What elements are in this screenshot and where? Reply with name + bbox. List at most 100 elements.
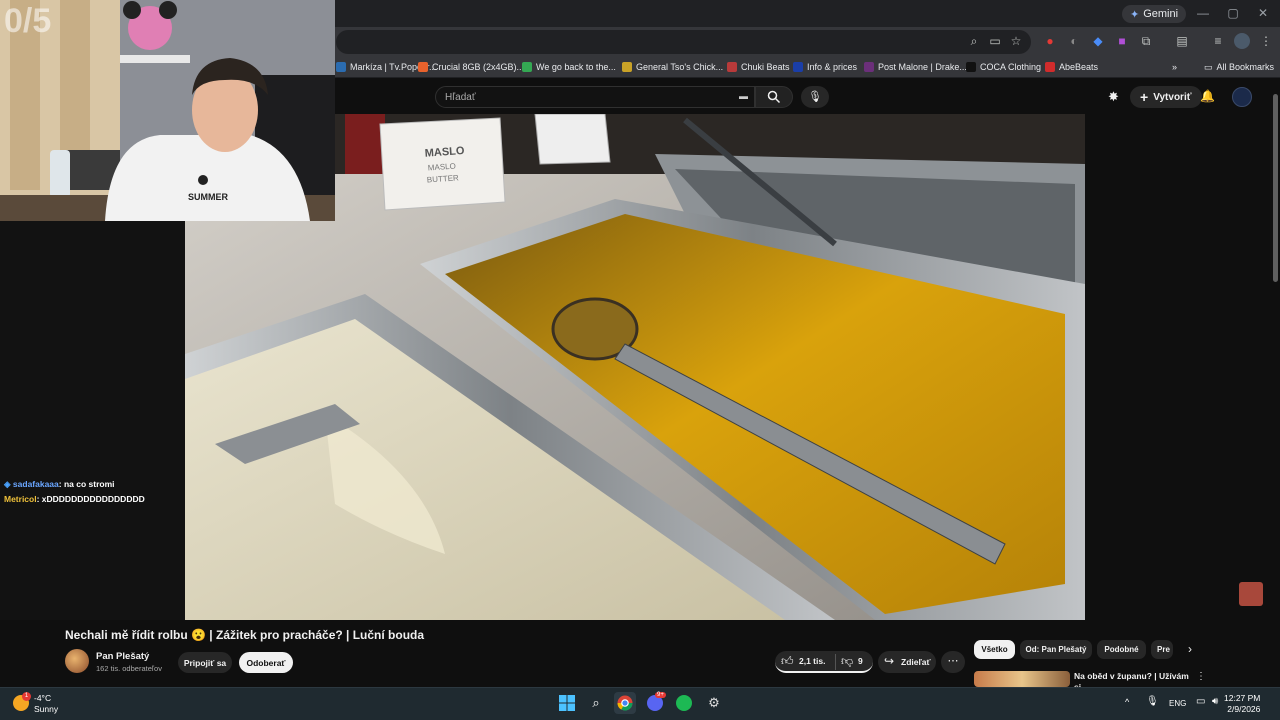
windows-logo-icon — [559, 695, 575, 711]
overlay-counter: 0/5 — [4, 2, 52, 40]
dislike-icon[interactable]: 👎︎ — [841, 654, 853, 669]
notifications-bell-icon[interactable]: 🔔 — [1200, 89, 1215, 103]
more-actions-icon[interactable]: ⋯ — [941, 651, 965, 673]
clock-date: 2/9/2026 — [1227, 704, 1261, 714]
chrome-taskbar-icon[interactable] — [614, 692, 636, 714]
channel-name[interactable]: Pan Plešatý — [96, 651, 149, 662]
windows-start-icon[interactable] — [556, 692, 578, 714]
extension-icon[interactable]: ■ — [1114, 33, 1130, 49]
keyboard-icon[interactable]: ▬ — [739, 91, 748, 101]
chevron-right-icon[interactable]: › — [1188, 642, 1192, 656]
bookmark-item[interactable]: We go back to the... — [522, 59, 616, 75]
bookmark-item[interactable]: AbeBeats — [1045, 59, 1098, 75]
like-count[interactable]: 2,1 tis. — [799, 656, 825, 666]
weather-widget[interactable]: -4°C Sunny — [34, 693, 58, 715]
chip-from-channel[interactable]: Od: Pan Plešatý — [1020, 640, 1092, 659]
bookmark-item[interactable]: Info & prices — [793, 59, 857, 75]
chip-all[interactable]: Všetko — [974, 640, 1015, 659]
extension-icon[interactable]: ◐ — [1066, 33, 1082, 49]
spotify-taskbar-icon[interactable] — [673, 692, 695, 714]
recommendation-thumbnail[interactable] — [974, 671, 1070, 687]
chrome-logo-icon — [617, 695, 633, 711]
bookmark-label: Info & prices — [807, 62, 858, 72]
share-label: Zdieľať — [901, 657, 931, 667]
bookmark-label: Crucial 8GB (2x4GB)... — [432, 62, 525, 72]
spotify-icon — [676, 695, 692, 711]
bookmark-item[interactable]: General Tso's Chick... — [622, 59, 723, 75]
weather-badge: 1 — [22, 692, 31, 701]
app-taskbar-icon[interactable]: ⚙ — [703, 692, 725, 714]
subscribe-button[interactable]: Odoberať — [239, 652, 293, 673]
bookmark-favicon-icon — [522, 62, 532, 72]
voice-search-button[interactable]: 🎙 — [801, 86, 829, 108]
gemini-icon: ✦ — [1130, 8, 1140, 21]
share-button[interactable]: ↪ Zdieľať — [878, 651, 936, 673]
search-button[interactable] — [755, 86, 793, 108]
join-button[interactable]: Pripojiť sa — [178, 652, 232, 673]
address-bar[interactable] — [336, 30, 1031, 54]
search-input[interactable]: Hľadať ▬ — [435, 86, 755, 108]
bookmark-favicon-icon — [793, 62, 803, 72]
gemini-button[interactable]: ✦ Gemini — [1122, 5, 1187, 23]
right-sidebar — [1085, 114, 1280, 620]
language-indicator[interactable]: ENG — [1169, 699, 1186, 708]
tab-search-icon[interactable]: ≡ — [1210, 33, 1226, 49]
bookmark-favicon-icon — [966, 62, 976, 72]
chip-related[interactable]: Podobné — [1097, 640, 1146, 659]
taskbar-search-icon[interactable]: ⌕ — [585, 692, 607, 714]
volume-icon[interactable]: 🔊︎ — [1212, 696, 1218, 707]
extension-icon[interactable]: ● — [1042, 33, 1058, 49]
chip-for-you[interactable]: Pre — [1151, 640, 1173, 659]
minimize-icon[interactable]: — — [1188, 4, 1218, 22]
chat-text: : xDDDDDDDDDDDDDDDD — [36, 494, 145, 504]
bookmark-item[interactable]: Chuki Beats — [727, 59, 790, 75]
system-clock[interactable]: 12:27 PM 2/9/2026 — [1224, 693, 1260, 715]
create-button[interactable]: + Vytvoriť — [1130, 86, 1202, 108]
discord-badge: 9+ — [655, 692, 666, 698]
gemini-label: Gemini — [1143, 8, 1179, 20]
all-bookmarks-label: All Bookmarks — [1216, 62, 1275, 72]
svg-text:SUMMER: SUMMER — [188, 192, 228, 202]
more-bookmarks-icon[interactable]: » — [1172, 59, 1177, 75]
cast-icon[interactable]: ▭ — [987, 33, 1003, 49]
tray-overflow-icon[interactable]: ^ — [1125, 697, 1129, 707]
network-icon[interactable]: ▭ — [1196, 696, 1205, 707]
menu-kebab-icon[interactable]: ⋮ — [1258, 33, 1274, 49]
gemini-sparkle-icon[interactable]: ✸ — [1108, 89, 1119, 105]
scrollbar-thumb[interactable] — [1273, 94, 1278, 282]
channel-avatar[interactable] — [65, 649, 89, 673]
search-placeholder: Hľadať — [445, 92, 476, 103]
bookmark-favicon-icon — [418, 62, 428, 72]
bookmark-label: General Tso's Chick... — [636, 62, 724, 72]
create-label: Vytvoriť — [1153, 91, 1192, 103]
all-bookmarks-button[interactable]: ▭ All Bookmarks — [1204, 59, 1274, 75]
webcam-overlay: SUMMER 0/5 — [0, 0, 335, 221]
side-panel-icon[interactable]: ▤ — [1174, 33, 1190, 49]
bookmark-item[interactable]: Post Malone | Drake... — [864, 59, 967, 75]
profile-avatar[interactable] — [1234, 33, 1250, 49]
tray-mic-icon[interactable]: 🎙 — [1146, 696, 1159, 707]
bookmark-label: Chuki Beats — [741, 62, 790, 72]
recommendation-menu-icon[interactable]: ⋮ — [1196, 671, 1206, 682]
zoom-icon[interactable]: ⌕ — [966, 33, 982, 49]
like-icon[interactable]: 👍︎ — [781, 654, 794, 669]
dislike-count[interactable]: 9 — [858, 656, 863, 666]
bookmark-favicon-icon — [727, 62, 737, 72]
streamer-avatar-icon — [1239, 582, 1263, 606]
bookmark-item[interactable]: COCA Clothing — [966, 59, 1041, 75]
account-avatar[interactable] — [1232, 87, 1252, 107]
bookmark-star-icon[interactable]: ☆ — [1008, 33, 1024, 49]
like-dislike-group: 👍︎ 2,1 tis. 👎︎ 9 — [775, 651, 873, 673]
windows-taskbar — [0, 687, 1280, 720]
bookmark-item[interactable]: Crucial 8GB (2x4GB)... — [418, 59, 524, 75]
weather-temp: -4°C — [34, 693, 52, 703]
close-icon[interactable]: ✕ — [1248, 4, 1278, 22]
search-icon — [767, 90, 781, 104]
extension-icon[interactable]: ◆ — [1090, 33, 1106, 49]
like-divider — [835, 654, 836, 670]
extensions-puzzle-icon[interactable]: ⧉ — [1138, 33, 1154, 49]
maximize-icon[interactable]: ▢ — [1218, 4, 1248, 22]
recommendation-title[interactable]: Na oběd v županu? | Užívám si — [1074, 671, 1194, 687]
bookmark-favicon-icon — [622, 62, 632, 72]
bookmark-favicon-icon — [336, 62, 346, 72]
